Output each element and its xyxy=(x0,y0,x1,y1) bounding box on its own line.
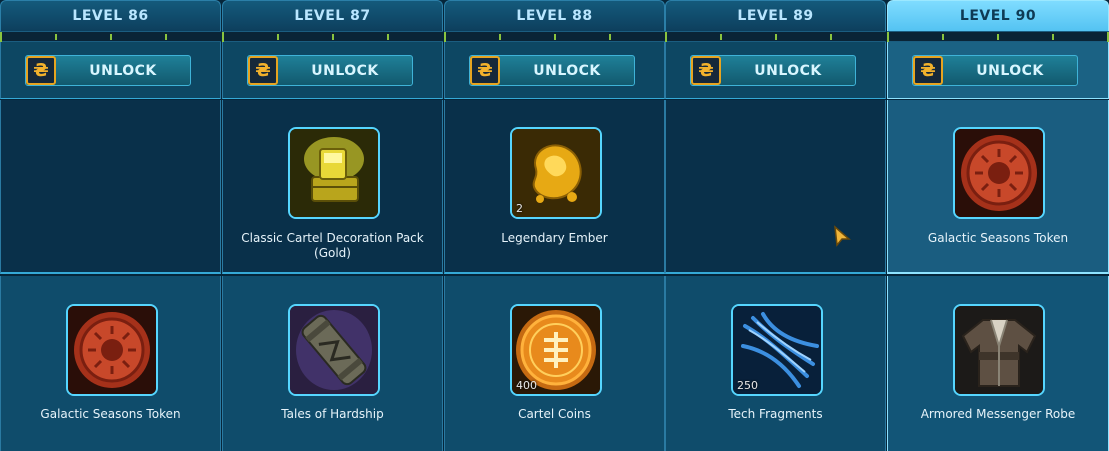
reward-name: Tales of Hardship xyxy=(281,407,384,421)
level-column-89: LEVEL 89 ₴ UNLOCK 250 Tech Fragments xyxy=(665,0,886,451)
cartel-coin-icon: ₴ xyxy=(26,56,56,85)
cartel-coin-icon: ₴ xyxy=(470,56,500,85)
mouse-cursor-icon xyxy=(834,225,851,247)
reward-quantity: 250 xyxy=(737,379,758,392)
level-column-90: LEVEL 90 ₴ UNLOCK Galactic Seasons Token… xyxy=(887,0,1109,451)
reward-slot[interactable]: 400 Cartel Coins xyxy=(444,276,665,451)
ember-icon: 2 xyxy=(510,127,602,219)
reward-slot[interactable]: Tales of Hardship xyxy=(222,276,443,451)
unlock-row: ₴ UNLOCK xyxy=(444,42,665,99)
reward-slot-empty xyxy=(0,100,221,274)
level-header: LEVEL 89 xyxy=(665,0,886,31)
reward-slot[interactable]: 2 Legendary Ember xyxy=(444,100,665,274)
reward-name: Galactic Seasons Token xyxy=(927,231,1069,245)
level-header: LEVEL 87 xyxy=(222,0,443,31)
unlock-label: UNLOCK xyxy=(89,62,157,79)
level-progress-bar xyxy=(0,31,221,42)
unlock-row: ₴ UNLOCK xyxy=(0,42,221,99)
reward-slot[interactable]: 250 Tech Fragments xyxy=(665,276,886,451)
reward-slot[interactable]: Galactic Seasons Token xyxy=(0,276,221,451)
reward-name: Classic Cartel Decoration Pack (Gold) xyxy=(241,231,424,260)
scroll-icon xyxy=(288,304,380,396)
reward-name: Cartel Coins xyxy=(518,407,591,421)
unlock-button[interactable]: ₴ UNLOCK xyxy=(690,55,856,86)
reward-slot[interactable]: Armored Messenger Robe xyxy=(887,276,1109,451)
unlock-label: UNLOCK xyxy=(754,62,822,79)
cartel-coin-icon: ₴ xyxy=(691,56,721,85)
reward-slot[interactable]: Classic Cartel Decoration Pack (Gold) xyxy=(222,100,443,274)
cartel-coins-icon: 400 xyxy=(510,304,602,396)
level-progress-bar xyxy=(665,31,886,42)
level-progress-bar xyxy=(887,31,1109,42)
seasons-token-icon xyxy=(953,127,1045,219)
level-progress-bar xyxy=(444,31,665,42)
reward-slot[interactable]: Galactic Seasons Token xyxy=(887,100,1109,274)
reward-name: Legendary Ember xyxy=(501,231,608,245)
decoration-pack-icon xyxy=(288,127,380,219)
reward-quantity: 2 xyxy=(516,202,523,215)
seasons-token-icon xyxy=(66,304,158,396)
cartel-coin-icon: ₴ xyxy=(913,56,943,85)
reward-name: Galactic Seasons Token xyxy=(40,407,181,421)
cartel-coin-icon: ₴ xyxy=(248,56,278,85)
reward-name: Tech Fragments xyxy=(728,407,823,421)
level-header: LEVEL 90 xyxy=(887,0,1109,31)
unlock-button[interactable]: ₴ UNLOCK xyxy=(247,55,413,86)
unlock-row: ₴ UNLOCK xyxy=(222,42,443,99)
unlock-label: UNLOCK xyxy=(533,62,601,79)
robe-icon xyxy=(953,304,1045,396)
level-column-88: LEVEL 88 ₴ UNLOCK 2 Legendary Ember 400 … xyxy=(444,0,665,451)
tech-fragments-icon: 250 xyxy=(731,304,823,396)
unlock-button[interactable]: ₴ UNLOCK xyxy=(25,55,191,86)
unlock-label: UNLOCK xyxy=(311,62,379,79)
level-column-86: LEVEL 86 ₴ UNLOCK Galactic Seasons Token xyxy=(0,0,221,451)
unlock-row: ₴ UNLOCK xyxy=(887,42,1109,99)
unlock-row: ₴ UNLOCK xyxy=(665,42,886,99)
reward-slot-empty xyxy=(665,100,886,274)
unlock-label: UNLOCK xyxy=(976,62,1044,79)
level-header: LEVEL 88 xyxy=(444,0,665,31)
unlock-button[interactable]: ₴ UNLOCK xyxy=(912,55,1078,86)
unlock-button[interactable]: ₴ UNLOCK xyxy=(469,55,635,86)
level-header: LEVEL 86 xyxy=(0,0,221,31)
reward-quantity: 400 xyxy=(516,379,537,392)
level-progress-bar xyxy=(222,31,443,42)
level-column-87: LEVEL 87 ₴ UNLOCK Classic Cartel Decorat… xyxy=(222,0,443,451)
reward-name: Armored Messenger Robe xyxy=(920,407,1076,421)
